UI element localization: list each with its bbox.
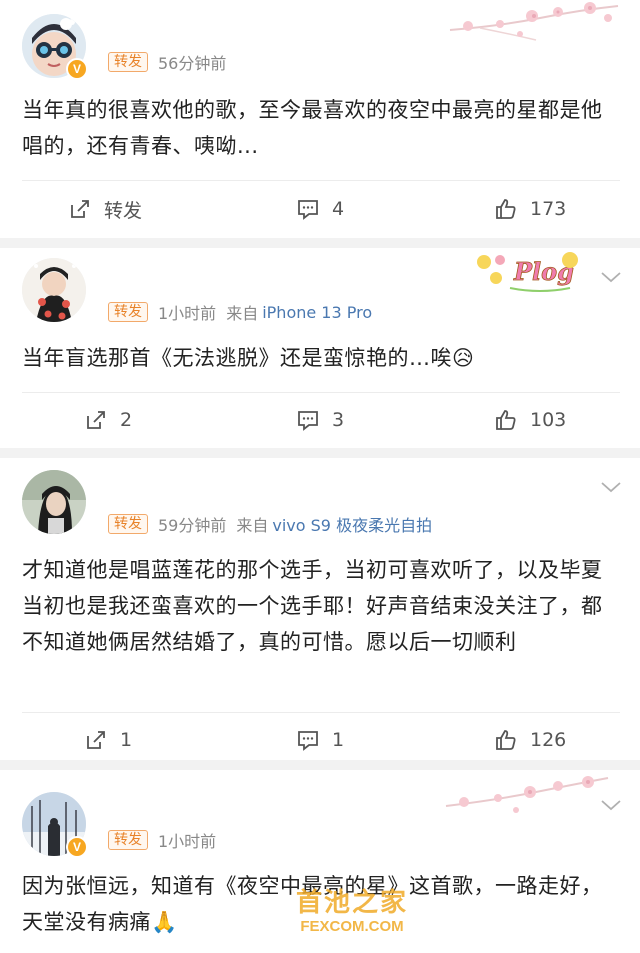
repost-label: 转发 [104,199,143,222]
comment-card: V 转发 1小时前 因为张恒远，知道有《夜空中最亮的星》这首歌，一路走好，天堂没… [0,770,640,953]
plog-sticker-decoration: Plog [470,248,594,296]
comment-meta: 转发 1小时前 [108,828,226,852]
avatar[interactable] [22,470,86,534]
verified-badge-icon: V [66,836,88,858]
comment-card: 转发 59分钟前 来自 vivo S9 极夜柔光自拍 才知道他是唱蓝莲花的那个选… [0,458,640,760]
source-label: 来自 [236,516,269,535]
repost-badge: 转发 [108,52,148,72]
repost-badge: 转发 [108,302,148,322]
comment-icon [298,411,318,431]
like-count: 103 [530,409,567,431]
comment-count: 3 [332,409,345,431]
timestamp: 1小时前 [158,304,217,323]
divider [22,712,620,713]
comment-text: 当年真的很喜欢他的歌，至今最喜欢的夜空中最亮的星都是他唱的，还有青春、咦呦... [22,98,603,158]
repost-icon [87,411,105,429]
comment-count: 1 [332,729,345,751]
timestamp: 1小时前 [158,832,217,851]
like-icon [496,410,516,430]
comment-button[interactable]: 4 [296,189,344,229]
comment-feed: V 转发 56分钟前 当年真的很喜欢他的歌，至今最喜欢的夜空中最亮的星都是他唱的… [0,0,640,953]
divider [22,180,620,181]
like-count: 173 [530,198,567,220]
timestamp: 59分钟前 [158,516,227,535]
repost-count: 2 [120,409,133,431]
comment-meta: 转发 1小时前 来自 iPhone 13 Pro [108,300,372,324]
like-button[interactable]: 126 [494,720,566,760]
repost-icon [87,731,105,749]
comment-card: Plog 转发 1小时前 来自 iPhone 13 Pro 当年盲选那首《无法逃… [0,248,640,448]
comment-text: 才知道他是唱蓝莲花的那个选手，当初可喜欢听了，以及毕夏当初也是我还蛮喜欢的一个选… [22,558,603,654]
repost-badge: 转发 [108,514,148,534]
action-bar: 转发 4 173 [0,189,640,229]
cherry-blossom-decoration [440,772,610,818]
divider [22,392,620,393]
chevron-down-icon[interactable] [600,270,622,284]
separator [0,238,640,248]
repost-icon [71,200,89,218]
repost-button[interactable]: 转发 [68,189,142,229]
timestamp: 56分钟前 [158,54,227,73]
source-label: 来自 [226,304,259,323]
comment-card: V 转发 56分钟前 当年真的很喜欢他的歌，至今最喜欢的夜空中最亮的星都是他唱的… [0,0,640,238]
action-bar: 1 1 126 [0,720,640,760]
comment-count: 4 [332,198,345,220]
like-button[interactable]: 173 [494,189,566,229]
comment-button[interactable]: 3 [296,400,344,440]
avatar[interactable] [22,258,86,322]
chevron-down-icon[interactable] [600,480,622,494]
separator [0,760,640,770]
comment-text: 当年盲选那首《无法逃脱》还是蛮惊艳的…唉😥 [22,346,475,370]
repost-button[interactable]: 2 [84,400,132,440]
cherry-blossom-decoration [440,0,620,44]
comment-meta: 转发 59分钟前 来自 vivo S9 极夜柔光自拍 [108,512,432,536]
like-count: 126 [530,729,567,751]
repost-count: 1 [120,729,133,751]
device-link[interactable]: vivo S9 极夜柔光自拍 [272,512,432,536]
comment-meta: 转发 56分钟前 [108,50,236,74]
comment-icon [298,731,318,751]
repost-badge: 转发 [108,830,148,850]
verified-badge-icon: V [66,58,88,80]
comment-icon [298,200,318,220]
comment-button[interactable]: 1 [296,720,344,760]
like-icon [496,730,516,750]
action-bar: 2 3 103 [0,400,640,440]
separator [0,448,640,458]
repost-button[interactable]: 1 [84,720,132,760]
like-button[interactable]: 103 [494,400,566,440]
chevron-down-icon[interactable] [600,798,622,812]
comment-text: 因为张恒远，知道有《夜空中最亮的星》这首歌，一路走好，天堂没有病痛🙏 [22,874,603,934]
device-link[interactable]: iPhone 13 Pro [262,303,372,322]
like-icon [496,199,516,219]
